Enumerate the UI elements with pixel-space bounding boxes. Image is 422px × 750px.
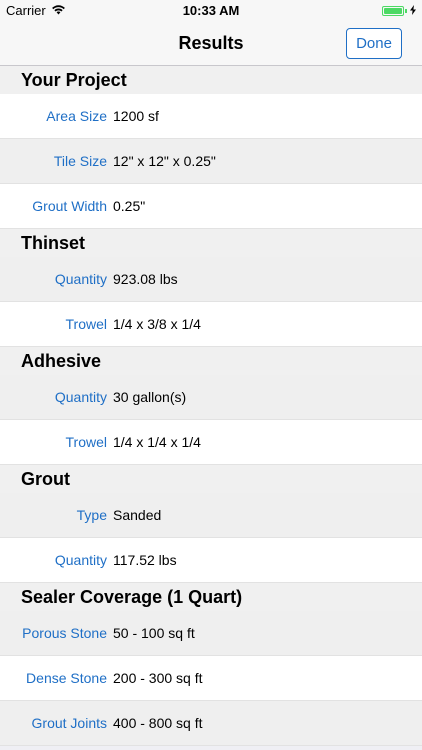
row-value: 400 - 800 sq ft bbox=[113, 715, 203, 731]
row-label: Grout Joints bbox=[31, 715, 107, 731]
result-row: Grout Width 0.25" bbox=[0, 184, 422, 229]
result-row: Area Size 1200 sf bbox=[0, 94, 422, 139]
battery-fill bbox=[384, 8, 402, 14]
result-row: Type Sanded bbox=[0, 493, 422, 538]
battery-nub bbox=[405, 9, 407, 13]
row-value: 1200 sf bbox=[113, 108, 159, 124]
result-row: Quantity 923.08 lbs bbox=[0, 257, 422, 302]
results-list: Your Project Area Size 1200 sf Tile Size 12"… bbox=[0, 66, 422, 746]
section-header: Sealer Coverage (1 Quart) bbox=[0, 583, 422, 611]
row-value: 923.08 lbs bbox=[113, 271, 178, 287]
result-row: Quantity 30 gallon(s) bbox=[0, 375, 422, 420]
status-time: 10:33 AM bbox=[182, 3, 240, 18]
row-value: 200 - 300 sq ft bbox=[113, 670, 203, 686]
result-row: Dense Stone 200 - 300 sq ft bbox=[0, 656, 422, 701]
row-label: Quantity bbox=[54, 271, 107, 287]
done-button[interactable]: Done bbox=[346, 28, 402, 59]
row-value: 1/4 x 3/8 x 1/4 bbox=[113, 316, 201, 332]
row-value: 117.52 lbs bbox=[113, 552, 177, 568]
row-value: 1/4 x 1/4 x 1/4 bbox=[113, 434, 201, 450]
result-row: Grout Joints 400 - 800 sq ft bbox=[0, 701, 422, 746]
row-value: 0.25" bbox=[113, 198, 146, 214]
row-label: Quantity bbox=[54, 389, 107, 405]
section-header: Grout bbox=[0, 465, 422, 493]
navigation-bar: Results Done bbox=[0, 22, 422, 66]
row-label: Quantity bbox=[54, 552, 107, 568]
charging-bolt-icon bbox=[410, 5, 416, 17]
row-label: Porous Stone bbox=[22, 625, 107, 641]
section-header: Thinset bbox=[0, 229, 422, 257]
row-label: Dense Stone bbox=[26, 670, 107, 686]
result-row: Tile Size 12" x 12" x 0.25" bbox=[0, 139, 422, 184]
row-label: Area Size bbox=[46, 108, 107, 124]
row-label: Trowel bbox=[65, 434, 108, 450]
row-label: Tile Size bbox=[53, 153, 107, 169]
row-label: Grout Width bbox=[32, 198, 107, 214]
section-header: Your Project bbox=[0, 66, 422, 94]
status-bar: Carrier 10:33 AM bbox=[0, 0, 422, 22]
battery-indicator bbox=[382, 5, 416, 17]
row-value: 12" x 12" x 0.25" bbox=[113, 153, 216, 169]
row-value: Sanded bbox=[113, 507, 162, 523]
result-row: Porous Stone 50 - 100 sq ft bbox=[0, 611, 422, 656]
row-value: 50 - 100 sq ft bbox=[113, 625, 195, 641]
battery-icon bbox=[382, 6, 404, 16]
section-header: Adhesive bbox=[0, 347, 422, 375]
result-row: Trowel 1/4 x 3/8 x 1/4 bbox=[0, 302, 422, 347]
result-row: Quantity 117.52 lbs bbox=[0, 538, 422, 583]
row-value: 30 gallon(s) bbox=[113, 389, 187, 405]
row-label: Trowel bbox=[65, 316, 108, 332]
result-row: Trowel 1/4 x 1/4 x 1/4 bbox=[0, 420, 422, 465]
row-label: Type bbox=[76, 507, 107, 523]
